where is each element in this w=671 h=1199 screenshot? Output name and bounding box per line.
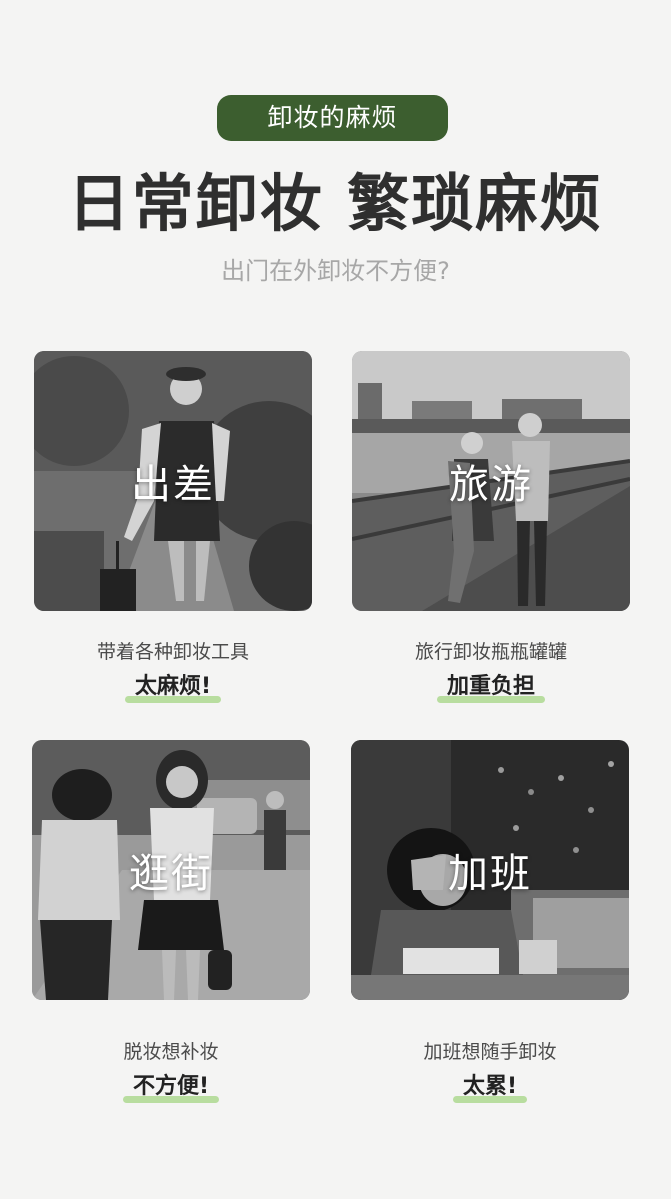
card-emphasis-wrap: 太累! (351, 1072, 629, 1103)
card-caption: 带着各种卸妆工具 (96, 641, 249, 663)
page: 卸妆的麻烦 日常卸妆 繁琐麻烦 出门在外卸妆不方便? 出差 旅游 带着各种卸妆工… (0, 0, 671, 1199)
card-label: 旅游 (449, 462, 533, 508)
page-headline: 日常卸妆 繁琐麻烦 (67, 167, 604, 240)
card-emphasis-wrap: 太麻烦! (34, 672, 312, 703)
card-emphasis: 太麻烦! (124, 672, 222, 703)
section-badge: 卸妆的麻烦 (217, 95, 448, 141)
page-subhead: 出门在外卸妆不方便? (221, 257, 450, 285)
card-caption: 脱妆想补妆 (123, 1041, 219, 1063)
card-caption: 旅行卸妆瓶瓶罐罐 (414, 641, 567, 663)
card-emphasis-wrap: 不方便! (32, 1072, 310, 1103)
section-badge-label: 卸妆的麻烦 (267, 103, 398, 132)
card-label: 加班 (448, 851, 532, 897)
card-emphasis: 不方便! (122, 1072, 220, 1103)
card-overtime: 加班 (351, 740, 629, 1000)
card-business-trip: 出差 (34, 351, 312, 611)
card-travel: 旅游 (352, 351, 630, 611)
card-shopping: 逛街 (32, 740, 310, 1000)
card-label: 出差 (131, 462, 215, 508)
card-emphasis-wrap: 加重负担 (352, 672, 630, 703)
card-caption: 加班想随手卸妆 (423, 1041, 557, 1063)
card-emphasis: 加重负担 (436, 672, 546, 703)
card-label: 逛街 (129, 851, 213, 897)
card-emphasis: 太累! (452, 1072, 528, 1103)
